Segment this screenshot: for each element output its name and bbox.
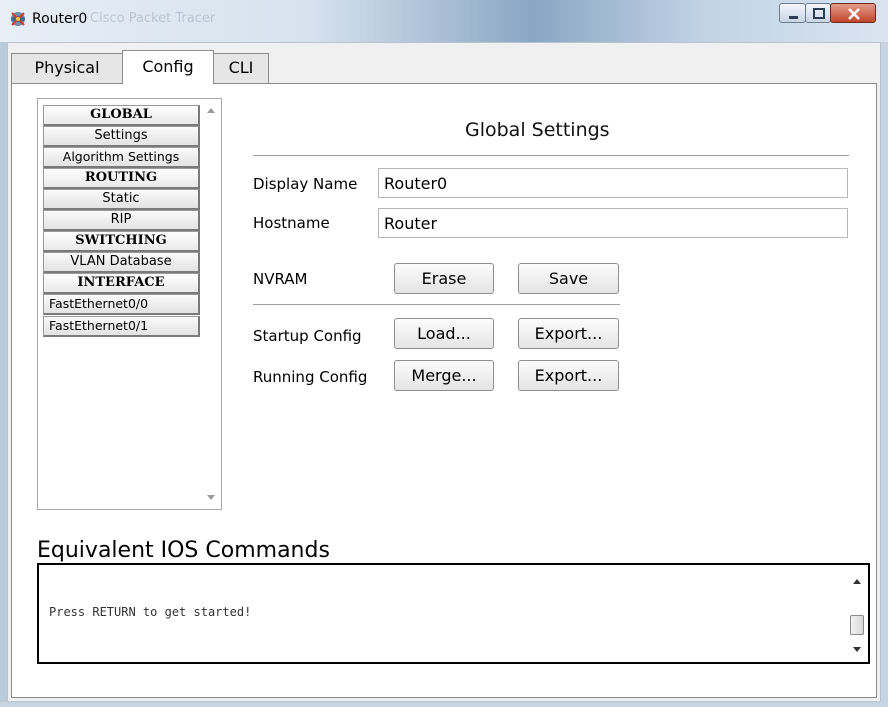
sidebar-item-settings[interactable]: Settings — [43, 126, 200, 147]
console-output: Press RETURN to get started! — [49, 605, 252, 619]
window-title-ghost: Cisco Packet Tracer — [90, 11, 216, 26]
title-divider — [253, 155, 849, 156]
window-title: Router0 — [32, 11, 88, 27]
title-bar[interactable]: Router0 Cisco Packet Tracer — [0, 0, 888, 42]
sidebar-item-rip[interactable]: RIP — [43, 210, 200, 231]
startup-load-button[interactable]: Load... — [394, 318, 494, 349]
nvram-divider — [253, 304, 620, 305]
tab-config[interactable]: Config — [122, 50, 214, 84]
window-bottom-border — [0, 702, 888, 707]
close-button[interactable] — [830, 3, 876, 23]
hostname-label: Hostname — [253, 214, 330, 232]
sidebar-header-global: GLOBAL — [43, 105, 200, 126]
sidebar-item-fastethernet0-0[interactable]: FastEthernet0/0 — [43, 294, 200, 315]
minimize-icon — [789, 16, 798, 19]
startup-config-label: Startup Config — [253, 327, 362, 345]
scroll-down-arrow-icon[interactable] — [207, 495, 215, 500]
maximize-button[interactable] — [805, 3, 831, 23]
running-merge-button[interactable]: Merge... — [394, 360, 494, 391]
sidebar-scrollbar[interactable] — [203, 100, 220, 508]
close-icon — [848, 8, 860, 20]
window-left-border — [0, 42, 7, 707]
sidebar-item-fastethernet0-1[interactable]: FastEthernet0/1 — [43, 316, 200, 337]
display-name-input[interactable] — [378, 168, 848, 198]
window-controls — [779, 3, 876, 24]
nvram-label: NVRAM — [253, 270, 308, 288]
maximize-icon — [813, 8, 825, 19]
minimize-button[interactable] — [779, 3, 806, 23]
ios-console[interactable]: Press RETURN to get started! — [37, 563, 870, 664]
console-scroll-down-icon[interactable] — [853, 647, 861, 652]
sidebar-header-interface: INTERFACE — [43, 273, 200, 294]
sidebar-item-vlan-database[interactable]: VLAN Database — [43, 252, 200, 273]
nvram-erase-button[interactable]: Erase — [394, 263, 494, 294]
sidebar-header-switching: SWITCHING — [43, 231, 200, 252]
hostname-input[interactable] — [378, 208, 848, 238]
config-sidebar[interactable]: GLOBAL Settings Algorithm Settings ROUTI… — [37, 98, 222, 510]
global-settings-title: Global Settings — [465, 119, 610, 141]
nvram-save-button[interactable]: Save — [518, 263, 619, 294]
running-export-button[interactable]: Export... — [518, 360, 619, 391]
window-right-border — [881, 42, 888, 707]
console-scrollbar[interactable] — [848, 567, 866, 660]
router-app-icon — [11, 12, 25, 26]
console-scroll-thumb[interactable] — [850, 615, 864, 635]
tab-physical[interactable]: Physical — [11, 53, 123, 83]
sidebar-item-static[interactable]: Static — [43, 189, 200, 210]
sidebar-header-routing: ROUTING — [43, 168, 200, 189]
display-name-label: Display Name — [253, 175, 358, 193]
ios-commands-title: Equivalent IOS Commands — [37, 538, 330, 563]
scroll-up-arrow-icon[interactable] — [207, 108, 215, 113]
sidebar-item-algorithm-settings[interactable]: Algorithm Settings — [43, 147, 200, 168]
console-scroll-up-icon[interactable] — [853, 579, 861, 584]
startup-export-button[interactable]: Export... — [518, 318, 619, 349]
running-config-label: Running Config — [253, 368, 368, 386]
tab-cli[interactable]: CLI — [213, 53, 269, 83]
